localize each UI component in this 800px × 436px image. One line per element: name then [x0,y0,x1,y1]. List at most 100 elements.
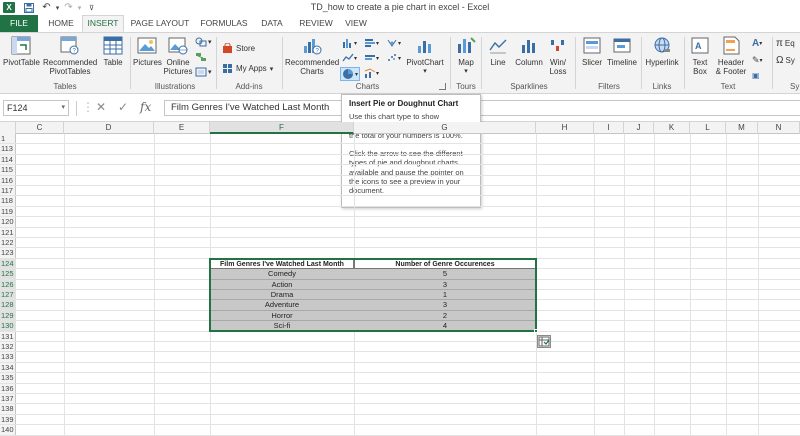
column-chart-button[interactable]: ▾ [342,38,357,48]
column-header[interactable]: I [594,122,624,134]
column-header[interactable]: F [210,122,354,134]
row-header[interactable]: 128 [0,300,16,311]
hierarchy-chart-button[interactable]: ▾ [386,38,401,48]
row-header[interactable]: 134 [0,363,16,374]
tab-page-layout[interactable]: PAGE LAYOUT [130,15,190,32]
row-header[interactable]: 140 [0,425,16,436]
map-button[interactable]: Map ▾ [453,36,479,76]
fill-handle[interactable] [534,329,538,333]
row-header[interactable]: 131 [0,332,16,342]
row-header[interactable]: 118 [0,196,16,207]
row-header[interactable]: 119 [0,207,16,218]
name-box-dropdown-icon[interactable]: ▾ [61,101,65,115]
column-header[interactable]: L [690,122,726,134]
sparkline-line-button[interactable]: Line [485,36,511,67]
column-header[interactable]: D [64,122,154,134]
row-header[interactable]: 122 [0,238,16,249]
store-button[interactable]: Store [222,43,255,54]
worksheet-grid[interactable]: Film Genres I've Watched Last Month Numb… [16,134,800,436]
slicer-button[interactable]: Slicer [579,36,605,67]
smartart-button[interactable] [195,52,207,62]
header-footer-button[interactable]: Header & Footer [713,36,749,76]
row-header[interactable]: 113 [0,144,16,155]
select-all-corner[interactable] [0,122,16,134]
column-header[interactable]: C [16,122,64,134]
signature-line-button[interactable]: ✎ ▾ [752,55,763,66]
text-box-button[interactable]: A Text Box [688,36,712,76]
quick-analysis-button[interactable] [537,335,551,348]
tab-view[interactable]: VIEW [342,15,370,32]
count-cell[interactable]: 2 [354,310,536,322]
column-header[interactable]: M [726,122,758,134]
row-header[interactable]: 123 [0,248,16,259]
count-cell[interactable]: 4 [354,321,536,332]
row-header[interactable]: 130 [0,321,16,332]
tab-file[interactable]: FILE [0,15,38,32]
count-cell[interactable]: 1 [354,290,536,301]
scatter-chart-button[interactable]: ▾ [386,53,401,63]
column-header[interactable]: G [354,122,536,134]
tab-formulas[interactable]: FORMULAS [197,15,251,32]
tab-data[interactable]: DATA [257,15,287,32]
row-header[interactable]: 127 [0,290,16,301]
row-header[interactable]: 115 [0,165,16,176]
column-header[interactable]: H [536,122,594,134]
column-header[interactable]: N [758,122,800,134]
recommended-pivottables-button[interactable]: ? Recommended PivotTables [43,36,97,76]
shapes-button[interactable]: ▾ [195,37,212,47]
combo-chart-button[interactable]: ▾ [364,68,379,78]
tab-review[interactable]: REVIEW [296,15,336,32]
online-pictures-button[interactable]: Online Pictures [163,36,193,76]
row-header[interactable]: 124 [0,258,16,270]
bar-chart-button[interactable]: ▾ [364,38,379,48]
column-header[interactable]: E [154,122,210,134]
genre-cell[interactable]: Adventure [210,300,354,311]
tab-insert[interactable]: INSERT [82,15,124,32]
genre-cell[interactable]: Comedy [210,269,354,280]
row-header[interactable]: 138 [0,404,16,415]
column-header[interactable]: K [654,122,690,134]
my-apps-button[interactable]: My Apps ▾ [222,63,273,74]
table-header-genre[interactable]: Film Genres I've Watched Last Month [210,258,354,270]
pivottable-button[interactable]: PivotTable [3,36,40,67]
genre-cell[interactable]: Drama [210,290,354,301]
row-header[interactable]: 126 [0,279,16,290]
cancel-icon[interactable]: ✕ [96,100,106,114]
pictures-button[interactable]: Pictures [133,36,162,67]
tab-home[interactable]: HOME [44,15,78,32]
hyperlink-button[interactable]: Hyperlink [643,36,681,67]
row-header[interactable]: 114 [0,155,16,166]
row-header[interactable]: 129 [0,310,16,322]
row-header[interactable]: 125 [0,269,16,280]
genre-cell[interactable]: Action [210,279,354,290]
pie-chart-button[interactable]: ▾ [340,67,361,81]
count-cell[interactable]: 3 [354,300,536,311]
line-chart-button[interactable]: ▾ [342,53,357,63]
row-header[interactable]: 136 [0,384,16,394]
row-header[interactable]: 117 [0,186,16,197]
genre-cell[interactable]: Sci-fi [210,321,354,332]
name-box[interactable]: F124 ▾ [3,100,69,116]
row-header[interactable]: 139 [0,415,16,426]
row-header[interactable]: 133 [0,352,16,363]
table-button[interactable]: Table [100,36,126,67]
row-header[interactable]: 135 [0,373,16,384]
area-chart-button[interactable]: ▾ [364,53,379,63]
column-header[interactable]: J [624,122,654,134]
sparkline-winloss-button[interactable]: Win/ Loss [546,36,570,76]
row-header[interactable]: 121 [0,228,16,238]
equation-button[interactable]: π Eq [776,38,795,49]
timeline-button[interactable]: Timeline [606,36,638,67]
genre-cell[interactable]: Horror [210,310,354,322]
sparkline-column-button[interactable]: Column [513,36,545,67]
count-cell[interactable]: 5 [354,269,536,280]
charts-dialog-launcher-icon[interactable] [439,83,446,90]
screenshot-button[interactable]: ▾ [195,67,212,77]
table-header-count[interactable]: Number of Genre Occurences [354,258,536,270]
pivotchart-button[interactable]: PivotChart ▾ [404,36,446,76]
insert-function-icon[interactable]: fx [140,100,151,114]
count-cell[interactable]: 3 [354,279,536,290]
formula-input[interactable]: Film Genres I've Watched Last Month [164,100,800,116]
symbol-button[interactable]: Ω Sy [776,55,795,66]
recommended-charts-button[interactable]: ? Recommended Charts [285,36,339,76]
